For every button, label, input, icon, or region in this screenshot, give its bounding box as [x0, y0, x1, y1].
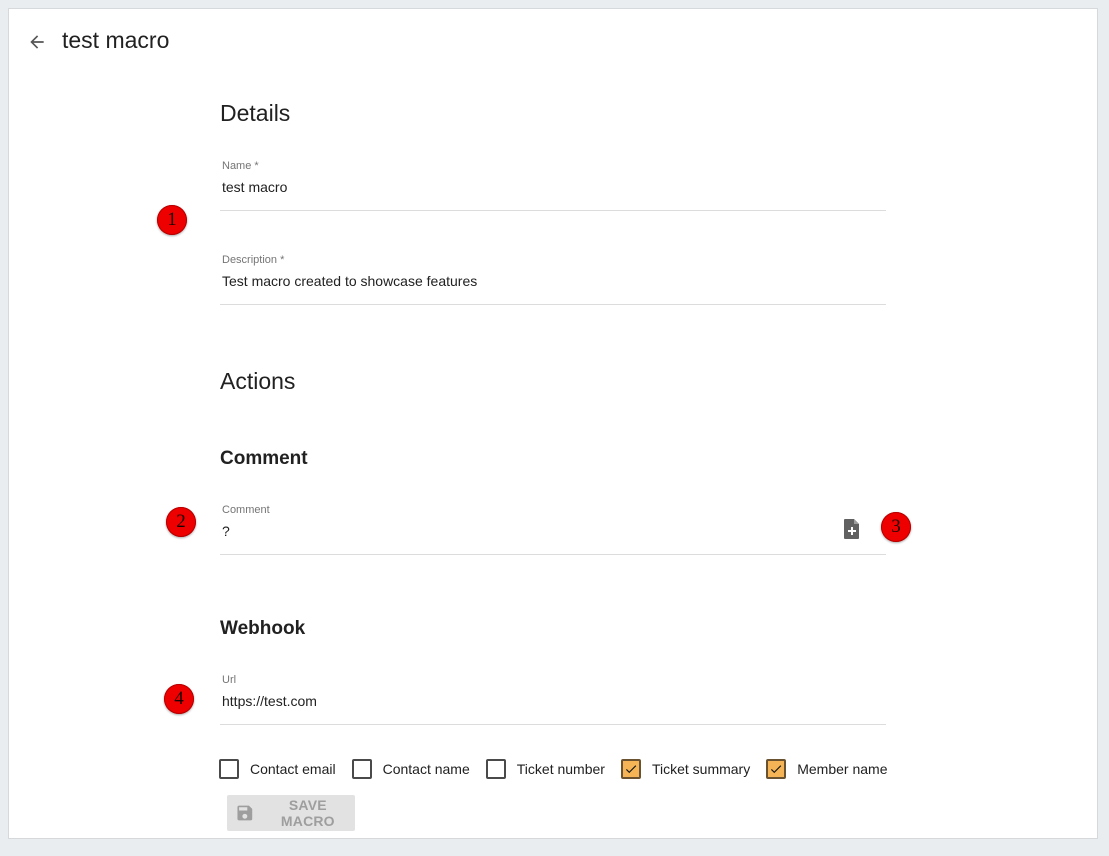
- details-heading: Details: [220, 100, 291, 126]
- annotation-badge-2: 2: [166, 507, 196, 537]
- webhook-options: Contact email Contact name Ticket number…: [219, 757, 904, 781]
- save-macro-button[interactable]: SAVE MACRO: [227, 795, 355, 831]
- option-label: Ticket number: [516, 761, 605, 777]
- macro-editor-card: test macro Details Name * Description * …: [8, 8, 1098, 839]
- checkmark-icon: [625, 765, 637, 774]
- description-field: Description *: [220, 254, 886, 305]
- option-label: Contact email: [250, 761, 336, 777]
- option-contact-email[interactable]: Contact email: [219, 759, 336, 779]
- comment-heading: Comment: [220, 448, 308, 469]
- arrow-left-icon: [30, 35, 44, 49]
- webhook-heading: Webhook: [220, 618, 306, 639]
- checkbox[interactable]: [620, 759, 641, 779]
- comment-field: Comment: [220, 504, 886, 555]
- option-ticket-summary[interactable]: Ticket summary: [620, 759, 751, 779]
- save-button-label: SAVE MACRO: [280, 797, 335, 829]
- annotation-badge-1: 1: [157, 205, 187, 235]
- annotation-badge-4: 4: [164, 684, 194, 714]
- option-label: Ticket summary: [651, 761, 751, 777]
- name-field: Name *: [220, 160, 886, 211]
- annotation-badge-3: 3: [881, 512, 911, 542]
- url-field: Url: [220, 674, 886, 725]
- checkbox[interactable]: [485, 759, 506, 779]
- name-input[interactable]: [222, 176, 822, 198]
- checkbox[interactable]: [766, 759, 787, 779]
- description-input[interactable]: [222, 270, 822, 292]
- checkbox[interactable]: [351, 759, 372, 779]
- option-ticket-number[interactable]: Ticket number: [485, 759, 605, 779]
- option-contact-name[interactable]: Contact name: [351, 759, 470, 779]
- add-document-icon[interactable]: [842, 518, 862, 540]
- comment-input[interactable]: [222, 520, 822, 542]
- checkmark-icon: [771, 765, 782, 774]
- url-label: Url: [222, 674, 237, 686]
- description-label: Description *: [222, 254, 285, 266]
- page-title: test macro: [62, 27, 170, 53]
- option-label: Contact name: [382, 761, 470, 777]
- floppy-disk-icon: [237, 805, 253, 821]
- url-input[interactable]: [222, 690, 822, 712]
- actions-heading: Actions: [220, 368, 296, 394]
- option-member-name[interactable]: Member name: [766, 759, 888, 779]
- comment-label: Comment: [222, 504, 270, 516]
- back-button[interactable]: [24, 29, 50, 55]
- option-label: Member name: [797, 761, 888, 777]
- checkbox[interactable]: [219, 759, 239, 779]
- name-label: Name *: [222, 160, 259, 172]
- page-header: test macro: [9, 9, 1097, 75]
